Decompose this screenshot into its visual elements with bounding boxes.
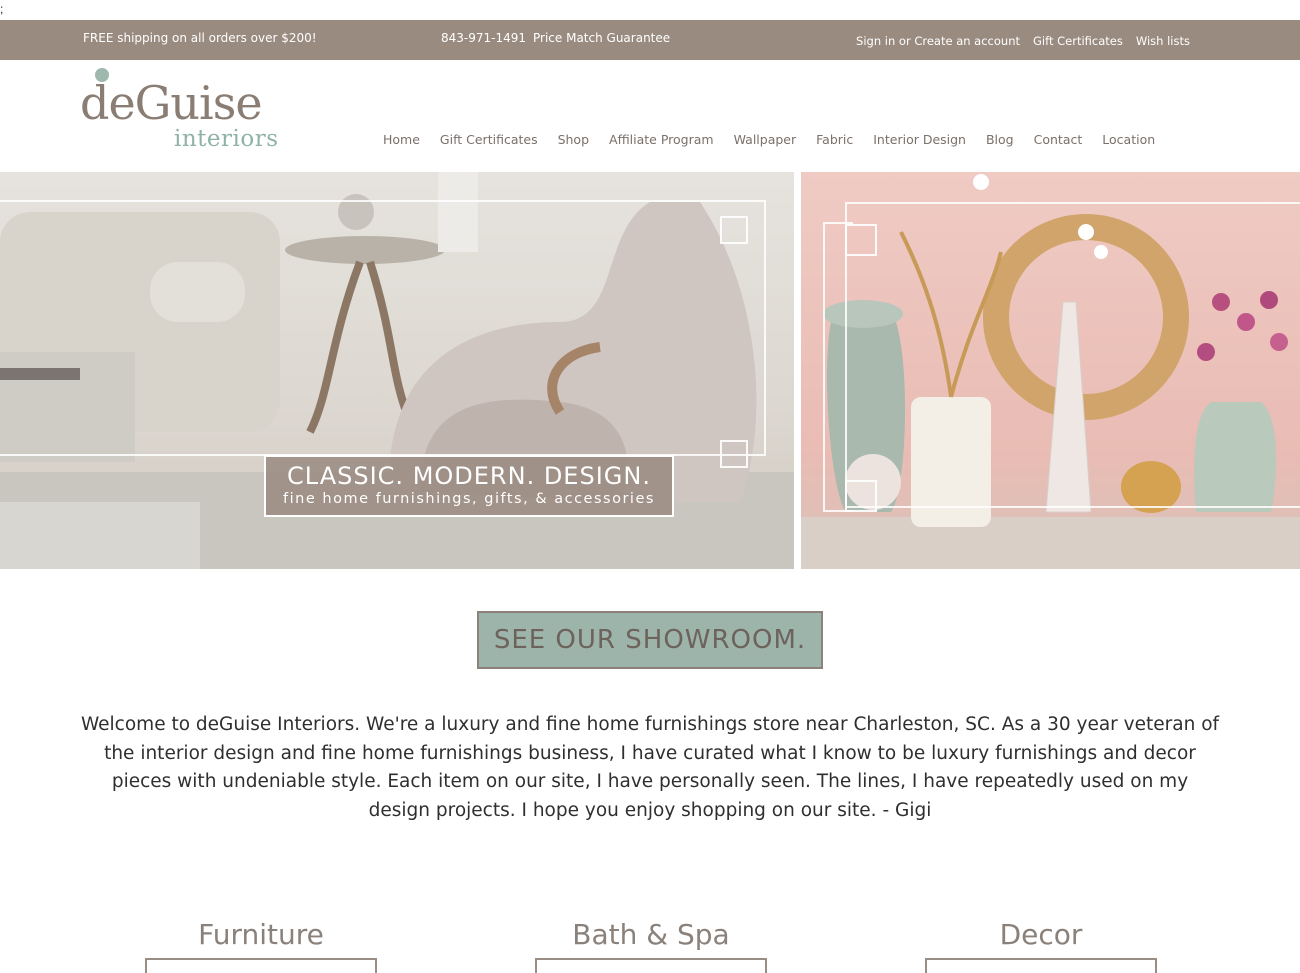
logo-wordmark: deGuise [80,76,263,130]
price-match-text: Price Match Guarantee [533,31,671,45]
hero-headline: CLASSIC. MODERN. DESIGN. [287,462,651,490]
main-nav: Home Gift Certificates Shop Affiliate Pr… [383,132,1155,147]
free-shipping-text: FREE shipping on all orders over $200! [83,31,317,45]
nav-contact[interactable]: Contact [1034,132,1083,147]
see-showroom-button[interactable]: SEE OUR SHOWROOM. [477,611,823,669]
welcome-message: Welcome to deGuise Interiors. We're a lu… [80,714,1220,821]
category-image-frame[interactable] [535,958,767,973]
nav-shop[interactable]: Shop [558,132,589,147]
site-logo[interactable]: deGuise interiors [80,64,280,164]
account-links: Sign in or Create an account Gift Certif… [856,34,1190,48]
nav-interior-design[interactable]: Interior Design [873,132,966,147]
frame-square-bottom [720,440,748,468]
gift-certificates-top-link[interactable]: Gift Certificates [1033,34,1123,48]
hero-frame-right-inner [823,222,853,512]
category-title-bath-spa: Bath & Spa [572,918,730,951]
nav-blog[interactable]: Blog [986,132,1014,147]
category-furniture[interactable]: Furniture [145,918,377,973]
category-title-decor: Decor [999,918,1083,951]
hero-image-decor [801,172,1300,569]
hero-caption: CLASSIC. MODERN. DESIGN. fine home furni… [264,455,674,517]
nav-wallpaper[interactable]: Wallpaper [734,132,797,147]
nav-home[interactable]: Home [383,132,420,147]
hero-frame-left [0,200,766,456]
wish-lists-link[interactable]: Wish lists [1136,34,1190,48]
nav-gift-certificates[interactable]: Gift Certificates [440,132,538,147]
frame-square-right-bottom [845,480,877,512]
nav-fabric[interactable]: Fabric [816,132,853,147]
nav-affiliate-program[interactable]: Affiliate Program [609,132,714,147]
category-image-frame[interactable] [145,958,377,973]
category-bath-spa[interactable]: Bath & Spa [535,918,767,973]
hero-frame-right [845,202,1300,508]
category-title-furniture: Furniture [198,918,324,951]
stray-character: ; [0,2,4,16]
phone-number[interactable]: 843-971-1491 [441,31,526,45]
logo-subtitle: interiors [174,126,279,152]
hero-subline: fine home furnishings, gifts, & accessor… [283,491,655,507]
top-bar: FREE shipping on all orders over $200! 8… [0,20,1300,60]
nav-location[interactable]: Location [1102,132,1155,147]
sign-in-link[interactable]: Sign in or Create an account [856,34,1020,48]
category-image-frame[interactable] [925,958,1157,973]
frame-square-right-top [845,224,877,256]
frame-square-top [720,216,748,244]
hero-banner[interactable]: CLASSIC. MODERN. DESIGN. fine home furni… [0,172,1300,569]
category-decor[interactable]: Decor [925,918,1157,973]
